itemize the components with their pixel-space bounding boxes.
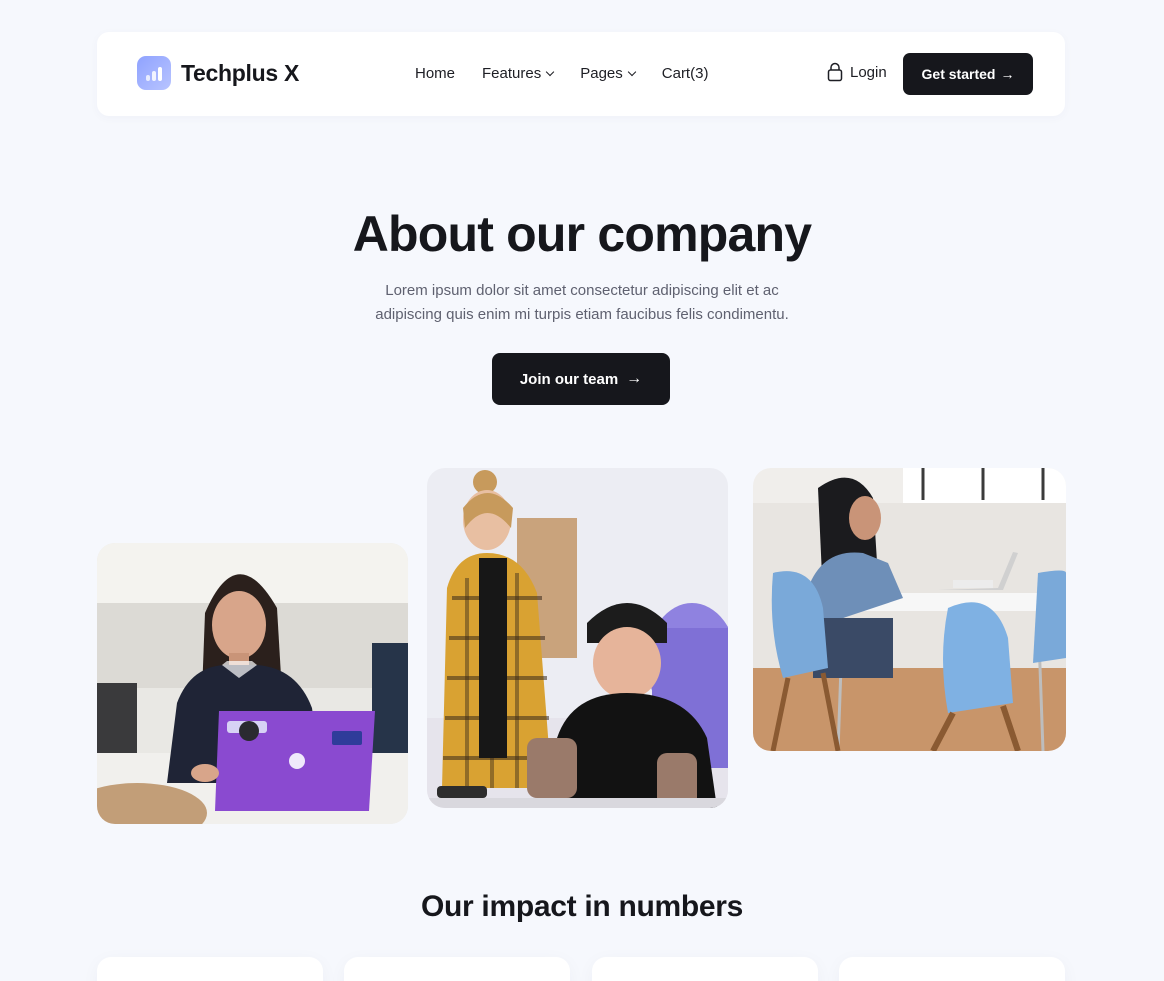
get-started-button[interactable]: Get started → xyxy=(903,53,1033,95)
two-coworkers-photo xyxy=(427,468,728,808)
nav-features-label: Features xyxy=(482,65,542,82)
site-header: Techplus X Home Features Pages Cart(3) L… xyxy=(97,32,1065,116)
nav-home-label: Home xyxy=(415,65,456,82)
nav-cart-label: Cart(3) xyxy=(661,65,709,82)
login-link[interactable]: Login xyxy=(827,62,887,82)
nav-pages[interactable]: Pages xyxy=(580,65,637,82)
main-nav: Home Features Pages Cart(3) xyxy=(415,65,708,82)
chevron-down-icon xyxy=(545,67,555,76)
nav-cart[interactable]: Cart(3) xyxy=(662,65,709,82)
arrow-right-icon: → xyxy=(626,370,643,387)
stat-card xyxy=(592,957,818,981)
nav-pages-label: Pages xyxy=(580,65,623,82)
hero-subtitle: Lorem ipsum dolor sit amet consectetur a… xyxy=(375,282,789,323)
login-label: Login xyxy=(850,63,887,81)
join-our-team-button[interactable]: Join our team → xyxy=(492,353,670,405)
woman-at-desk-photo xyxy=(753,468,1066,751)
get-started-label: Get started xyxy=(921,66,996,82)
arrow-right-icon: → xyxy=(1000,66,1015,82)
bar-chart-icon xyxy=(137,56,171,90)
nav-features[interactable]: Features xyxy=(482,65,555,82)
join-our-team-label: Join our team xyxy=(519,370,619,388)
impact-section-title: Our impact in numbers xyxy=(420,890,744,923)
page-title: About our company xyxy=(352,206,812,262)
brand-logo[interactable]: Techplus X xyxy=(137,56,299,90)
woman-with-laptop-photo xyxy=(97,543,408,824)
brand-name: Techplus X xyxy=(181,59,299,86)
stat-card xyxy=(97,957,323,981)
stat-card xyxy=(839,957,1065,981)
chevron-down-icon xyxy=(627,67,637,76)
stat-card xyxy=(344,957,570,981)
nav-home[interactable]: Home xyxy=(415,65,455,82)
lock-icon xyxy=(827,62,843,82)
